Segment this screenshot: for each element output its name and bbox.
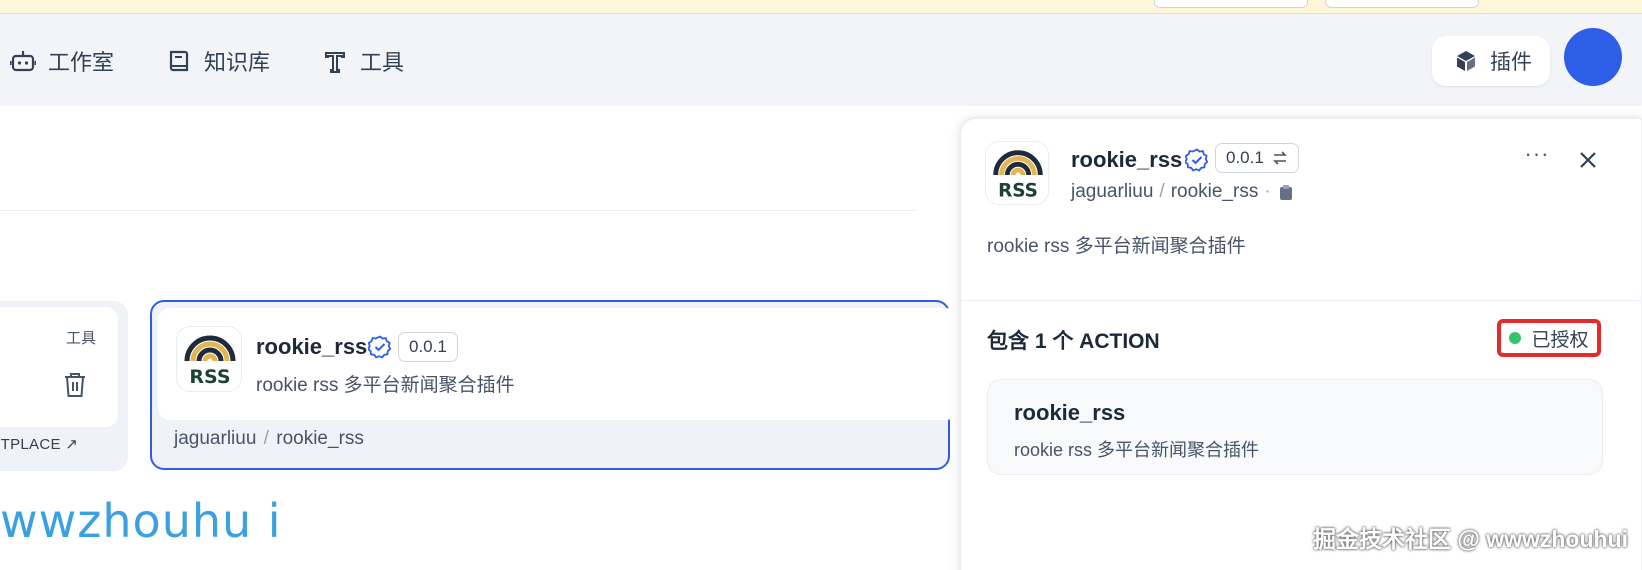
path-separator: / — [258, 428, 275, 449]
version-text: 0.0.1 — [1226, 148, 1264, 167]
nav-item-studio[interactable]: 工作室 — [10, 44, 114, 78]
status-dot — [1509, 332, 1522, 344]
nav-item-tools[interactable]: 工具 — [322, 44, 404, 78]
nav-label: 工具 — [360, 50, 405, 75]
logo-text: RSS — [998, 180, 1038, 201]
tool-card-body: 工具 — [0, 307, 118, 427]
switch-arrows-icon — [1272, 151, 1287, 165]
author-name[interactable]: jaguarliuu — [174, 428, 256, 449]
plugin-card-selected[interactable]: RSS rookie_rss 0.0.1 rookie rss 多平台新闻聚合插… — [150, 300, 958, 470]
rss-logo: RSS — [176, 326, 242, 392]
divider — [0, 210, 915, 211]
repo-name: rookie_rss — [1170, 181, 1259, 202]
action-count-heading: 包含 1 个 ACTION — [987, 330, 1160, 353]
trash-icon[interactable] — [62, 371, 88, 399]
logo-text: RSS — [189, 366, 230, 388]
rss-logo: RSS — [985, 141, 1049, 205]
nav-label: 知识库 — [204, 50, 271, 75]
marketplace-link[interactable]: KETPLACE ↗ — [0, 435, 78, 453]
repo-name: rookie_rss — [276, 428, 364, 449]
nav-label: 工作室 — [48, 50, 115, 75]
path-separator: / — [1159, 181, 1165, 202]
action-name: rookie_rss — [1014, 400, 1126, 425]
plugin-title: rookie_rss — [256, 334, 368, 359]
plugin-button-label: 插件 — [1490, 51, 1532, 74]
version-text: 0.0.1 — [409, 337, 447, 356]
action-description: rookie rss 多平台新闻聚合插件 — [1014, 440, 1260, 460]
warning-banner — [0, 0, 1642, 14]
banner-button[interactable] — [1154, 0, 1308, 8]
tool-card[interactable]: 工具 KETPLACE ↗ — [0, 301, 128, 471]
authorized-label: 已授权 — [1531, 329, 1589, 351]
cube-icon — [1457, 51, 1475, 71]
clipboard-icon — [1279, 185, 1292, 200]
close-icon[interactable] — [1573, 145, 1603, 175]
tool-tag: 工具 — [65, 330, 96, 347]
watermark-right: 掘金技术社区 @ wwwzhouhui — [1312, 526, 1628, 552]
tool-icon — [325, 52, 345, 73]
drawer-author-line: jaguarliuu / rookie_rss · — [1071, 181, 1295, 203]
avatar[interactable] — [1564, 28, 1622, 86]
more-options-button[interactable]: ··· — [1521, 143, 1553, 171]
book-icon — [169, 50, 189, 72]
action-item[interactable]: rookie_rss rookie rss 多平台新闻聚合插件 — [987, 379, 1603, 475]
drawer-description: rookie rss 多平台新闻聚合插件 — [987, 236, 1246, 257]
banner-button[interactable] — [1325, 0, 1479, 8]
drawer-header: RSS rookie_rss 0.0.1 jaguarliuu / rookie… — [961, 119, 1641, 301]
authorized-status[interactable]: 已授权 — [1497, 319, 1601, 357]
plugin-detail-drawer: RSS rookie_rss 0.0.1 jaguarliuu / rookie… — [960, 118, 1642, 570]
plugin-author-line: jaguarliuu / rookie_rss — [174, 428, 364, 450]
verified-icon — [1185, 148, 1209, 172]
plugin-description: rookie rss 多平台新闻聚合插件 — [256, 375, 515, 396]
watermark-left: wwzhouhu i — [0, 494, 282, 548]
plugin-card-body: RSS rookie_rss 0.0.1 rookie rss 多平台新闻聚合插… — [158, 308, 958, 420]
verified-icon — [368, 335, 392, 359]
plugin-button[interactable]: 插件 — [1432, 36, 1550, 86]
version-switch-badge[interactable]: 0.0.1 — [1215, 143, 1299, 173]
drawer-title: rookie_rss — [1071, 147, 1183, 172]
author-name[interactable]: jaguarliuu — [1071, 181, 1153, 203]
version-badge: 0.0.1 — [398, 332, 458, 362]
robot-icon — [10, 51, 36, 72]
nav-item-knowledge[interactable]: 知识库 — [166, 44, 270, 78]
top-navbar: 工作室 知识库 工具 插件 — [0, 14, 1642, 106]
dot-separator: · — [1264, 181, 1271, 202]
